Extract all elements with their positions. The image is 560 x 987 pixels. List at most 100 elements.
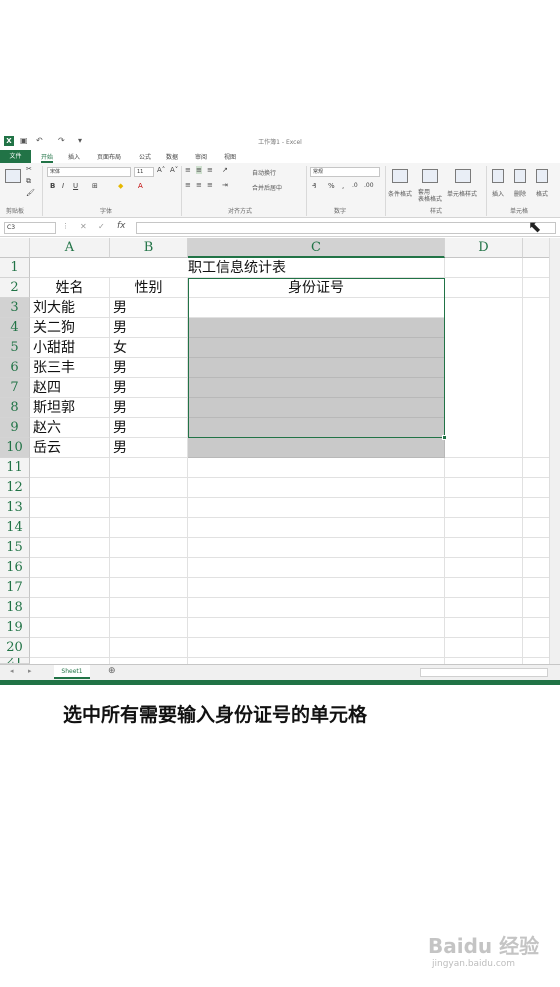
cell-styles-icon[interactable] — [455, 169, 471, 183]
decimal-decrease-icon[interactable]: .00 — [364, 182, 374, 189]
cell-id-number-selected[interactable] — [188, 338, 445, 358]
row-header[interactable]: 20 — [0, 638, 30, 658]
column-header-d[interactable]: D — [445, 238, 523, 258]
underline-icon[interactable]: U — [73, 182, 78, 190]
select-all-corner[interactable] — [0, 238, 30, 258]
empty-cell-area[interactable] — [30, 458, 560, 664]
vertical-scrollbar[interactable] — [549, 238, 560, 664]
row-header[interactable]: 15 — [0, 538, 30, 558]
align-center-icon[interactable]: ≡ — [196, 181, 202, 189]
insert-function-icon[interactable]: fx — [117, 221, 126, 231]
copy-icon[interactable]: ⧉ — [26, 177, 31, 186]
font-name-select[interactable]: 宋体 — [47, 167, 131, 177]
name-box[interactable]: C3 — [4, 222, 56, 234]
add-sheet-icon[interactable]: ⊕ — [108, 666, 116, 676]
cell[interactable] — [445, 258, 523, 278]
tab-insert[interactable]: 插入 — [68, 152, 80, 161]
sheet-tab-sheet1[interactable]: Sheet1 — [54, 665, 90, 679]
row-header[interactable]: 17 — [0, 578, 30, 598]
shrink-font-icon[interactable]: A˅ — [170, 166, 178, 174]
align-right-icon[interactable]: ≡ — [207, 181, 213, 189]
cancel-entry-icon[interactable]: ✕ — [80, 222, 87, 231]
format-button[interactable]: 格式 — [536, 189, 548, 198]
cell-name[interactable]: 刘大能 — [30, 298, 110, 318]
fill-color-icon[interactable]: ◆ — [118, 182, 123, 190]
paste-icon[interactable] — [5, 169, 21, 183]
row-header[interactable]: 19 — [0, 618, 30, 638]
cell-id-number-selected[interactable] — [188, 398, 445, 418]
column-header-c[interactable]: C — [188, 238, 445, 258]
format-painter-icon[interactable]: 🖌 — [26, 189, 35, 197]
cell-id-number-active[interactable] — [188, 298, 445, 318]
confirm-entry-icon[interactable]: ✓ — [98, 222, 105, 231]
header-cell-name[interactable]: 姓名 — [30, 278, 110, 298]
row-header[interactable]: 18 — [0, 598, 30, 618]
font-color-icon[interactable]: A — [138, 182, 143, 190]
row-header[interactable]: 4 — [0, 318, 30, 338]
row-header[interactable]: 7 — [0, 378, 30, 398]
column-header-a[interactable]: A — [30, 238, 110, 258]
row-header[interactable]: 2 — [0, 278, 30, 298]
tab-view[interactable]: 视图 — [224, 152, 236, 161]
cell-gender[interactable]: 男 — [110, 398, 188, 418]
cell-id-number-selected[interactable] — [188, 378, 445, 398]
row-header[interactable]: 16 — [0, 558, 30, 578]
comma-style-icon[interactable]: , — [342, 182, 344, 190]
align-top-icon[interactable]: ≡ — [185, 166, 191, 174]
cell-id-number-selected[interactable] — [188, 358, 445, 378]
header-cell-id-number[interactable]: 身份证号 — [188, 278, 445, 298]
cut-icon[interactable]: ✂ — [26, 165, 32, 173]
horizontal-scrollbar[interactable] — [420, 668, 548, 677]
cell-name[interactable]: 关二狗 — [30, 318, 110, 338]
fill-handle[interactable] — [442, 435, 447, 440]
cell-range[interactable] — [445, 298, 523, 458]
format-cells-icon[interactable] — [536, 169, 548, 183]
table-format-button[interactable]: 套用 表格格式 — [418, 189, 442, 203]
cell-name[interactable]: 赵六 — [30, 418, 110, 438]
tab-review[interactable]: 审阅 — [195, 152, 207, 161]
tab-file[interactable]: 文件 — [0, 150, 31, 163]
row-header[interactable]: 10 — [0, 438, 30, 458]
scroll-tabs-left-icon[interactable]: ◂ — [10, 667, 14, 675]
column-header-b[interactable]: B — [110, 238, 188, 258]
cell-gender[interactable]: 男 — [110, 438, 188, 458]
row-header[interactable]: 9 — [0, 418, 30, 438]
row-header[interactable]: 6 — [0, 358, 30, 378]
conditional-format-button[interactable]: 条件格式 — [388, 189, 412, 198]
row-header[interactable]: 13 — [0, 498, 30, 518]
row-header[interactable]: 8 — [0, 398, 30, 418]
tab-formulas[interactable]: 公式 — [139, 152, 151, 161]
cell-gender[interactable]: 男 — [110, 318, 188, 338]
header-cell-gender[interactable]: 性别 — [110, 278, 188, 298]
cell[interactable] — [445, 278, 523, 298]
accounting-format-icon[interactable]: ₰ — [312, 182, 316, 190]
align-middle-icon[interactable]: ≡ — [196, 166, 202, 174]
sheet-title-cell[interactable]: 职工信息统计表 — [30, 258, 445, 278]
align-bottom-icon[interactable]: ≡ — [207, 166, 213, 174]
scroll-tabs-right-icon[interactable]: ▸ — [28, 667, 32, 675]
number-format-select[interactable]: 常规 — [310, 167, 380, 177]
cell-name[interactable]: 斯坦郭 — [30, 398, 110, 418]
cell-name[interactable]: 岳云 — [30, 438, 110, 458]
cell-gender[interactable]: 男 — [110, 418, 188, 438]
grow-font-icon[interactable]: A˄ — [157, 166, 165, 174]
percent-icon[interactable]: % — [328, 182, 335, 190]
tab-page-layout[interactable]: 页面布局 — [97, 152, 121, 161]
row-header[interactable]: 3 — [0, 298, 30, 318]
cell-name[interactable]: 张三丰 — [30, 358, 110, 378]
delete-cells-icon[interactable] — [514, 169, 526, 183]
italic-icon[interactable]: I — [62, 182, 64, 190]
row-header[interactable]: 12 — [0, 478, 30, 498]
cell-id-number-selected[interactable] — [188, 438, 445, 458]
conditional-format-icon[interactable] — [392, 169, 408, 183]
spreadsheet-grid[interactable]: A B C D 1 2 3 4 5 6 7 8 9 10 11 12 13 14… — [0, 238, 560, 664]
decimal-increase-icon[interactable]: .0 — [352, 182, 358, 189]
cell-gender[interactable]: 男 — [110, 358, 188, 378]
font-size-select[interactable]: 11 — [134, 167, 154, 177]
delete-button[interactable]: 删除 — [514, 189, 526, 198]
cell-name[interactable]: 小甜甜 — [30, 338, 110, 358]
cell-styles-button[interactable]: 单元格样式 — [447, 189, 477, 198]
insert-cells-icon[interactable] — [492, 169, 504, 183]
cell-gender[interactable]: 男 — [110, 298, 188, 318]
insert-button[interactable]: 插入 — [492, 189, 504, 198]
